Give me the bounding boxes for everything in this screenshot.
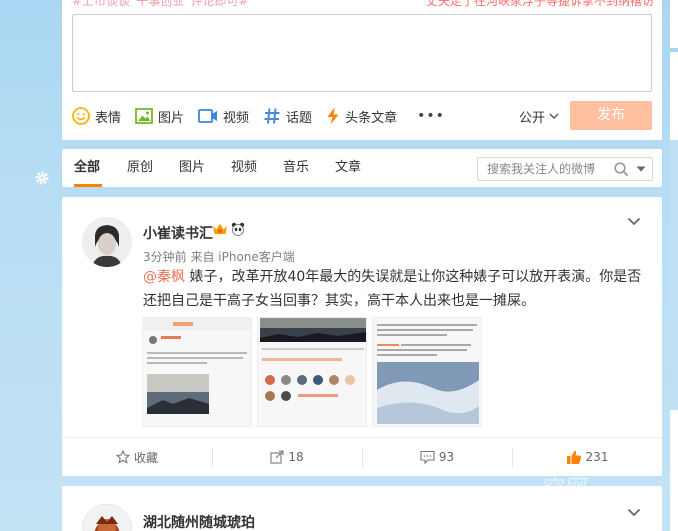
hot-topic-hint[interactable]: #上市谈谈“干事创业”评论即可# [72, 0, 249, 8]
watermark: 空网 [540, 476, 587, 501]
video-button[interactable]: 视频 [198, 104, 249, 128]
tab-music[interactable]: 音乐 [283, 149, 309, 187]
post-body: @秦枫 婊子，改革开放40年最大的失误就是让你这种婊子可以放开表演。你是否 还把… [143, 265, 645, 313]
hot-topic-link[interactable]: 丈夫走了在河峡家浮子等捷诉拿不到纳禧访 [426, 0, 654, 8]
search-dropdown-icon[interactable] [636, 166, 646, 172]
weibo-post: 小崔读书汇 3分钟前 来自 iPhone客户端 @秦枫 婊子，改革开放40年最大… [62, 197, 662, 476]
post-image-2[interactable] [257, 317, 367, 427]
like-count: 231 [585, 450, 609, 464]
search-input[interactable] [478, 158, 606, 180]
article-icon [327, 107, 339, 125]
settings-gear-icon[interactable] [34, 170, 50, 186]
post-composer: #上市谈谈“干事创业”评论即可# 丈夫走了在河峡家浮子等捷诉拿不到纳禧访 表情 … [62, 0, 662, 140]
right-sidebar-edge [670, 0, 678, 531]
star-icon [115, 450, 130, 464]
comment-icon [420, 450, 435, 464]
video-label: 视频 [223, 110, 250, 126]
privacy-dropdown[interactable]: 公开 [519, 106, 559, 126]
search-icon[interactable] [614, 162, 629, 177]
favorite-label: 收藏 [133, 450, 158, 465]
privacy-label: 公开 [519, 110, 546, 126]
like-button[interactable]: 231 [512, 438, 662, 476]
post-text-line2: 还把自己是干高子女当回事？其实，高干本人出来也是一摊屎。 [143, 293, 535, 309]
panda-badge-icon[interactable] [231, 222, 245, 236]
video-icon [198, 109, 218, 123]
publish-button[interactable]: 发布 [570, 101, 652, 130]
post-images [142, 317, 487, 427]
post-menu-chevron-icon[interactable] [627, 217, 641, 226]
sidebar-gap [670, 48, 678, 52]
hashtag-label: 话题 [286, 110, 313, 126]
mention-link[interactable]: @秦枫 [143, 269, 185, 285]
active-tab-indicator [74, 184, 102, 187]
user-avatar[interactable] [82, 504, 132, 531]
comment-count: 93 [438, 450, 455, 464]
emoji-label: 表情 [95, 110, 122, 126]
avatar-portrait-icon [82, 504, 132, 531]
vip-crown-icon[interactable] [212, 222, 228, 236]
post-menu-chevron-icon[interactable] [627, 508, 641, 517]
post-username[interactable]: 湖北随州随城琥珀 [143, 512, 255, 531]
favorite-button[interactable]: 收藏 [62, 438, 212, 476]
image-label: 图片 [158, 110, 185, 126]
repost-button[interactable]: 18 [212, 438, 362, 476]
feed-filter-tabs: 全部 原创 图片 视频 音乐 文章 [62, 149, 662, 187]
screenshot-thumbnail-icon [258, 318, 366, 426]
chevron-down-icon [549, 113, 559, 119]
image-button[interactable]: 图片 [135, 104, 184, 128]
emoji-button[interactable]: 表情 [72, 104, 121, 128]
post-image-1[interactable] [142, 317, 252, 427]
post-username[interactable]: 小崔读书汇 [143, 223, 213, 243]
user-badges [212, 222, 248, 236]
user-avatar[interactable] [82, 217, 132, 267]
tab-images[interactable]: 图片 [179, 149, 205, 187]
avatar-portrait-icon [82, 217, 132, 267]
sidebar-gap [670, 140, 678, 410]
screenshot-thumbnail-icon [143, 318, 251, 426]
article-label: 头条文章 [345, 110, 398, 126]
tab-all[interactable]: 全部 [74, 149, 100, 187]
tab-articles[interactable]: 文章 [335, 149, 361, 187]
emoji-icon [72, 107, 90, 125]
comment-button[interactable]: 93 [362, 438, 512, 476]
tab-original[interactable]: 原创 [127, 149, 153, 187]
repost-icon [270, 450, 284, 464]
article-button[interactable]: 头条文章 [326, 104, 397, 128]
tab-videos[interactable]: 视频 [231, 149, 257, 187]
hot-topic-line: #上市谈谈“干事创业”评论即可# 丈夫走了在河峡家浮子等捷诉拿不到纳禧访 [62, 0, 662, 8]
more-tools-button[interactable]: ••• [417, 104, 445, 128]
hashtag-button[interactable]: 话题 [263, 104, 312, 128]
screenshot-thumbnail-icon [373, 318, 481, 426]
hashtag-icon [264, 108, 280, 124]
search-box [477, 157, 653, 181]
thumbs-up-icon [566, 450, 581, 464]
compose-textarea[interactable] [72, 14, 652, 92]
post-text-line1: 婊子，改革开放40年最大的失误就是让你这种婊子可以放开表演。你是否 [185, 269, 642, 285]
image-icon [135, 108, 153, 124]
post-meta: 3分钟前 来自 iPhone客户端 [143, 250, 295, 264]
repost-count: 18 [288, 450, 304, 464]
composer-toolbar: 表情 图片 视频 话题 头条文章 ••• [72, 104, 445, 128]
post-image-3[interactable] [372, 317, 482, 427]
